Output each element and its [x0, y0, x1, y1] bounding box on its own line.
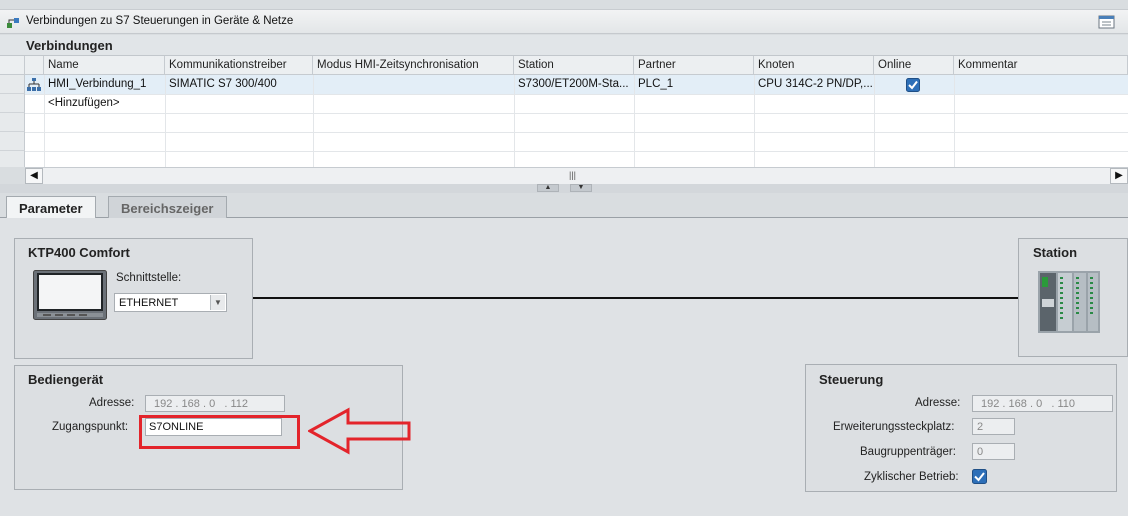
station-title: Station [1033, 245, 1078, 260]
hmi-device-title: KTP400 Comfort [28, 245, 130, 260]
cell-treiber[interactable]: SIMATIC S7 300/400 [165, 75, 313, 94]
cell-kommentar[interactable] [954, 75, 1128, 94]
panel-options-icon[interactable] [1098, 14, 1116, 30]
steuerung-title: Steuerung [819, 372, 884, 387]
row-header[interactable] [0, 132, 25, 151]
connections-table: Name Kommunikationstreiber Modus HMI-Zei… [0, 56, 1128, 167]
cell-modus[interactable] [313, 75, 514, 94]
hmi-ip-field[interactable]: 192 . 168 . 0 . 112 [145, 395, 285, 412]
annotation-arrow-icon [308, 407, 411, 455]
rack-field[interactable]: 0 [972, 443, 1015, 460]
scroll-left-button[interactable]: ◀ [25, 168, 43, 184]
cell-partner[interactable]: PLC_1 [634, 75, 754, 94]
network-connections-icon [7, 18, 19, 28]
panel-splitter[interactable]: ▲ ▼ [0, 184, 1128, 193]
slot-field[interactable]: 2 [972, 418, 1015, 435]
cell-knoten[interactable]: CPU 314C-2 PN/DP,... [754, 75, 874, 94]
steuerung-panel: Steuerung Adresse: 192 . 168 . 0 . 110 E… [805, 364, 1117, 492]
highlight-box [139, 415, 300, 449]
column-header-partner[interactable]: Partner [634, 56, 754, 75]
row-header[interactable] [0, 94, 25, 113]
window-title: Verbindungen zu S7 Steuerungen in Geräte… [26, 15, 294, 27]
interface-label: Schnittstelle: [116, 272, 182, 284]
column-header-modus[interactable]: Modus HMI-Zeitsynchronisation [313, 56, 514, 75]
collapse-up-icon[interactable]: ▲ [537, 184, 559, 192]
cell-station[interactable]: S7300/ET200M-Sta... [514, 75, 634, 94]
column-header-treiber[interactable]: Kommunikationstreiber [165, 56, 313, 75]
interface-value: ETHERNET [119, 297, 179, 309]
online-checkbox[interactable] [906, 78, 920, 92]
tab-bereichszeiger[interactable]: Bereichszeiger [108, 196, 227, 218]
collapse-down-icon[interactable]: ▼ [570, 184, 592, 192]
hmi-device-panel: KTP400 Comfort Schnittstelle: ETHERNET ▼ [14, 238, 253, 359]
hmi-panel-icon [33, 270, 107, 320]
tab-strip: Parameter Bereichszeiger [0, 193, 1128, 219]
column-header-kommentar[interactable]: Kommentar [954, 56, 1128, 75]
interface-select[interactable]: ETHERNET ▼ [114, 293, 227, 312]
cyclic-checkbox[interactable] [972, 469, 987, 484]
add-connection-row[interactable]: <Hinzufügen> [44, 94, 165, 113]
table-corner [0, 56, 25, 75]
horizontal-scrollbar[interactable]: ◀ ||| ▶ [25, 167, 1128, 184]
slot-label: Erweiterungssteckplatz: [833, 421, 955, 433]
connection-icon [27, 78, 41, 91]
row-header[interactable] [0, 113, 25, 132]
column-header-station[interactable]: Station [514, 56, 634, 75]
cyclic-label: Zyklischer Betrieb: [864, 471, 959, 483]
cell-name[interactable]: HMI_Verbindung_1 [44, 75, 165, 94]
plc-station-icon [1038, 271, 1100, 333]
hmi-address-label: Adresse: [89, 397, 135, 409]
row-header[interactable] [0, 151, 25, 167]
station-panel: Station [1018, 238, 1128, 357]
rack-label: Baugruppenträger: [860, 446, 956, 458]
scroll-right-button[interactable]: ▶ [1110, 168, 1128, 184]
bediengeraet-title: Bediengerät [28, 372, 104, 387]
tab-parameter[interactable]: Parameter [6, 196, 96, 219]
section-title: Verbindungen [26, 38, 113, 53]
chevron-down-icon[interactable]: ▼ [210, 295, 225, 310]
network-line [253, 297, 1018, 299]
column-header-knoten[interactable]: Knoten [754, 56, 874, 75]
plc-ip-field[interactable]: 192 . 168 . 0 . 110 [972, 395, 1113, 412]
parameter-content: KTP400 Comfort Schnittstelle: ETHERNET ▼… [0, 218, 1128, 516]
section-header: Verbindungen [0, 35, 1128, 56]
table-icon-column-header [25, 56, 44, 75]
column-header-name[interactable]: Name [44, 56, 165, 75]
access-point-label: Zugangspunkt: [52, 421, 129, 433]
column-header-online[interactable]: Online [874, 56, 954, 75]
row-header[interactable] [0, 75, 25, 94]
plc-address-label: Adresse: [915, 397, 961, 409]
window-titlebar: Verbindungen zu S7 Steuerungen in Geräte… [0, 9, 1128, 34]
scroll-grip-icon[interactable]: ||| [569, 170, 576, 180]
